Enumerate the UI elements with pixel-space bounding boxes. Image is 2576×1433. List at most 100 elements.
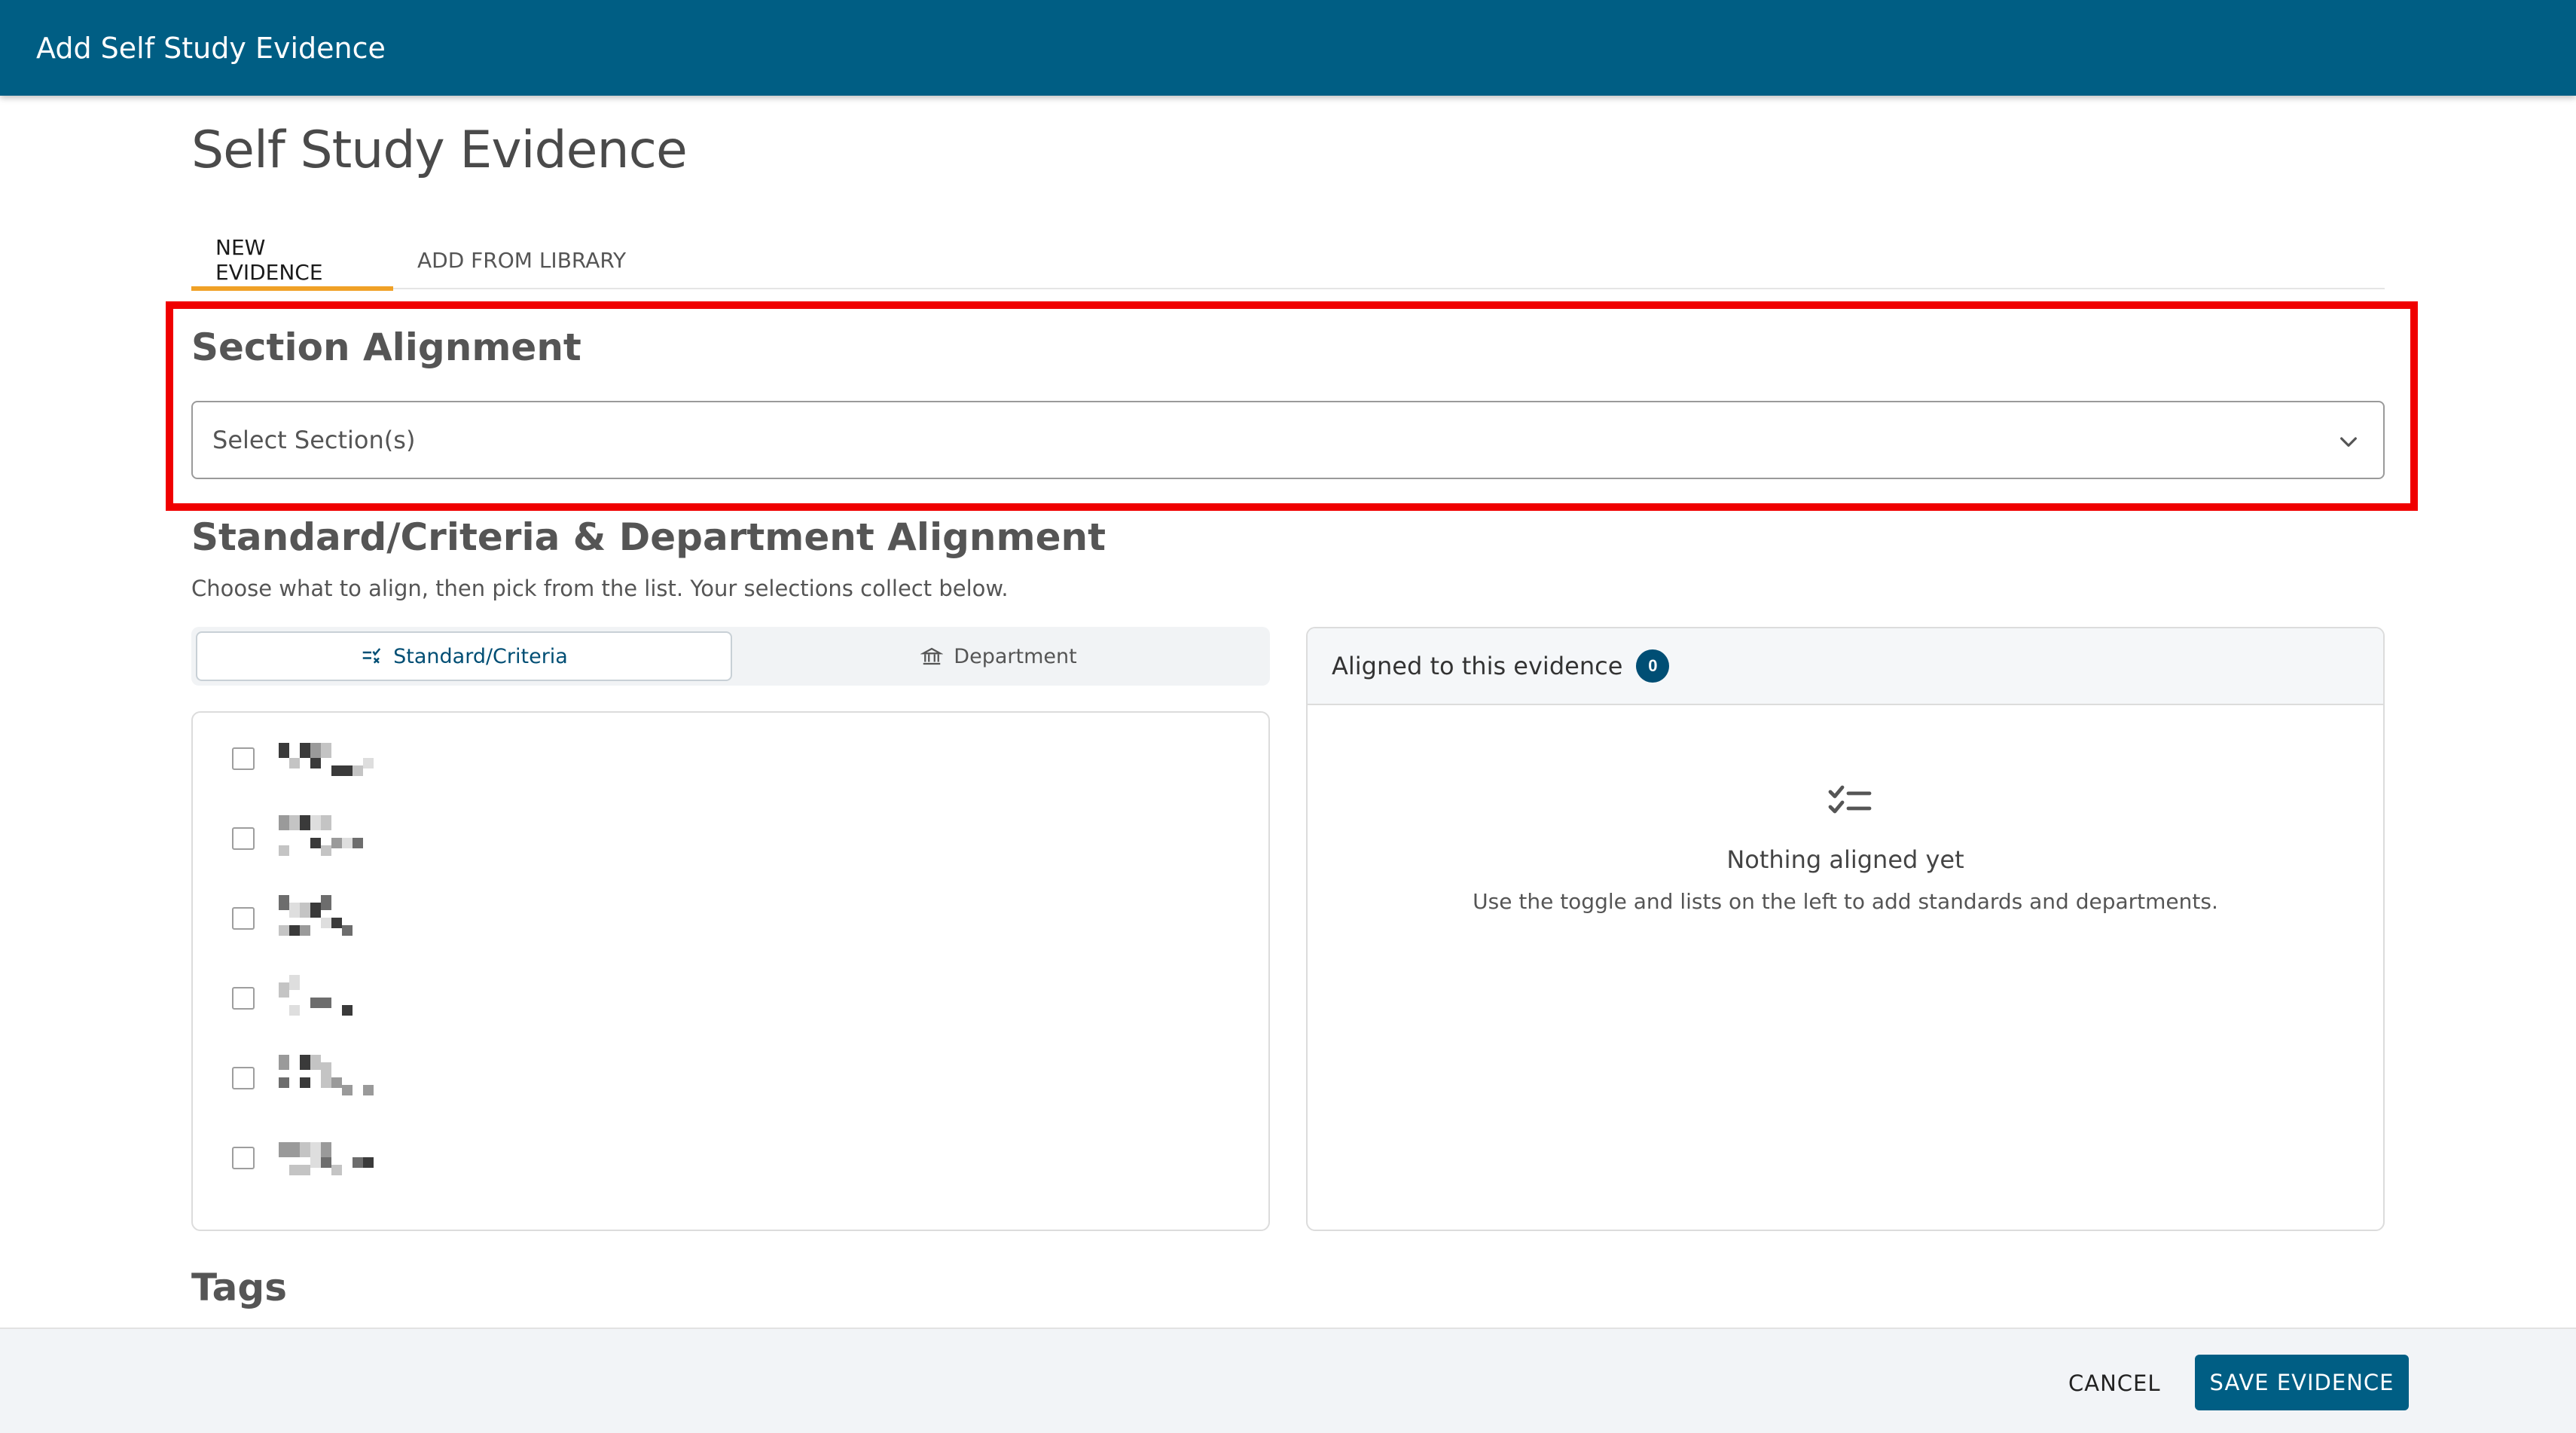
redaction-block [321,1142,331,1157]
redaction-block [363,1157,374,1168]
redacted-text [279,975,377,1023]
window-title: Add Self Study Evidence [36,31,386,65]
redaction-block [289,1005,300,1016]
standard-department-heading: Standard/Criteria & Department Alignment [191,515,1106,559]
building-icon [920,647,944,665]
standards-list [191,711,1270,1231]
redaction-block [279,982,289,998]
redaction-block [300,903,310,918]
save-evidence-button[interactable]: SAVE EVIDENCE [2195,1355,2409,1410]
tab-new-evidence[interactable]: NEW EVIDENCE [191,231,393,291]
redaction-block [289,903,300,918]
redaction-block [300,1055,310,1070]
redaction-block [310,1142,321,1157]
redaction-block [289,925,300,936]
list-item[interactable] [193,885,1268,952]
alignment-toggle: Standard/Criteria Department [191,627,1270,686]
tags-heading: Tags [191,1266,287,1309]
toggle-standard-label: Standard/Criteria [393,644,568,668]
redaction-block [289,1142,300,1157]
redacted-text [279,1055,377,1103]
list-item-checkbox[interactable] [232,1147,255,1169]
redaction-block [331,838,342,848]
alignment-instructions: Choose what to align, then pick from the… [191,576,1009,601]
redaction-block [300,925,310,936]
redaction-block [353,1157,363,1168]
redaction-block [279,815,289,830]
empty-state-description: Use the toggle and lists on the left to … [1473,889,2218,914]
section-alignment-heading: Section Alignment [191,325,581,369]
redaction-block [331,1077,342,1088]
list-item[interactable] [193,725,1268,793]
redaction-block [279,1077,289,1088]
redaction-block [321,845,331,856]
redaction-block [310,1157,321,1168]
redaction-block [279,925,289,936]
list-item-checkbox[interactable] [232,827,255,850]
list-item-checkbox[interactable] [232,987,255,1010]
redaction-block [289,815,300,830]
empty-state-title: Nothing aligned yet [1726,845,1964,874]
toggle-standard-criteria[interactable]: Standard/Criteria [196,631,732,681]
redaction-block [321,895,331,910]
redacted-text [279,1135,377,1183]
redaction-block [300,1142,310,1157]
redaction-block [289,1165,300,1175]
top-app-bar: Add Self Study Evidence [0,0,2576,96]
redaction-block [321,1157,331,1168]
redaction-block [310,815,321,830]
toggle-department-label: Department [954,644,1077,668]
aligned-evidence-panel: Aligned to this evidence 0 Nothing align… [1306,627,2385,1231]
redaction-block [342,925,353,936]
redaction-block [310,903,321,918]
toggle-department[interactable]: Department [732,631,1265,681]
list-item[interactable] [193,805,1268,872]
redaction-block [321,743,331,758]
redaction-block [279,1055,289,1070]
redaction-block [331,918,342,928]
action-footer: CANCEL SAVE EVIDENCE [0,1328,2576,1433]
list-item-checkbox[interactable] [232,1067,255,1089]
evidence-tabs: NEW EVIDENCE ADD FROM LIBRARY [191,231,2385,291]
redaction-block [310,838,321,848]
redaction-block [279,743,289,758]
list-item[interactable] [193,1124,1268,1192]
redaction-block [342,1085,353,1095]
aligned-panel-title: Aligned to this evidence [1332,652,1623,680]
list-item-checkbox[interactable] [232,747,255,770]
aligned-panel-header: Aligned to this evidence 0 [1308,628,2383,705]
redaction-block [342,838,353,848]
redaction-block [279,895,289,910]
redaction-block [331,765,342,776]
redaction-block [279,845,289,856]
redaction-block [310,1055,321,1070]
list-item-checkbox[interactable] [232,907,255,930]
redaction-block [300,1165,310,1175]
list-item[interactable] [193,1044,1268,1112]
redaction-block [363,758,374,768]
redaction-block [321,998,331,1008]
section-select-placeholder: Select Section(s) [212,426,416,454]
redaction-block [300,815,310,830]
section-select[interactable]: Select Section(s) [191,401,2385,479]
page-title: Self Study Evidence [191,121,688,180]
redaction-block [300,743,310,758]
tab-add-from-library[interactable]: ADD FROM LIBRARY [393,231,650,289]
redaction-block [342,765,353,776]
redaction-block [289,758,300,768]
aligned-count-badge: 0 [1636,649,1670,683]
redaction-block [310,998,321,1008]
redaction-block [279,1142,289,1157]
redaction-block [363,1085,374,1095]
list-item[interactable] [193,964,1268,1032]
redacted-text [279,735,377,784]
redaction-block [310,758,321,768]
redacted-text [279,815,377,863]
redacted-text [279,895,377,943]
checklist-icon [1828,785,1872,814]
cancel-button[interactable]: CANCEL [2049,1356,2181,1410]
redaction-block [342,1005,353,1016]
redaction-block [300,1077,310,1088]
redaction-block [353,838,363,848]
redaction-block [353,765,363,776]
